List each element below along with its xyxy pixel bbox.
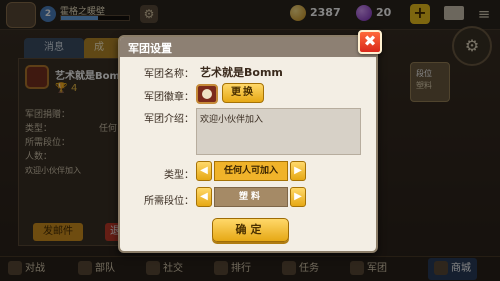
required-rank-selector: ◀ 塑料 ▶ [196, 187, 306, 207]
join-type-selector: ◀ 任何人可加入 ▶ [196, 161, 306, 181]
guild-settings-dialog: 军团设置 军团名称： 艺术就是Bomm 军团徽章： 更换 军团介绍： 欢迎小伙伴… [118, 35, 378, 253]
change-emblem-button[interactable]: 更换 [222, 83, 264, 103]
required-rank-label: 所需段位： [144, 196, 194, 207]
join-type-value: 任何人可加入 [214, 161, 288, 181]
guild-emblem-icon [196, 84, 218, 104]
close-icon[interactable]: ✖ [358, 30, 382, 54]
join-type-label: 类型： [164, 170, 194, 181]
guild-name-value: 艺术就是Bomm [200, 66, 283, 79]
guild-emblem-label: 军团徽章： [144, 92, 194, 103]
required-rank-value: 塑料 [214, 187, 288, 207]
dialog-title: 军团设置 [128, 42, 172, 55]
guild-intro-input[interactable]: 欢迎小伙伴加入 [196, 108, 361, 155]
dialog-header: 军团设置 [120, 37, 376, 57]
guild-intro-label: 军团介绍： [144, 114, 194, 125]
rank-next-arrow-icon[interactable]: ▶ [290, 187, 306, 207]
confirm-button[interactable]: 确定 [212, 218, 289, 242]
guild-name-label: 军团名称： [144, 69, 194, 80]
emblem-face-icon [202, 89, 212, 99]
type-next-arrow-icon[interactable]: ▶ [290, 161, 306, 181]
rank-prev-arrow-icon[interactable]: ◀ [196, 187, 212, 207]
type-prev-arrow-icon[interactable]: ◀ [196, 161, 212, 181]
